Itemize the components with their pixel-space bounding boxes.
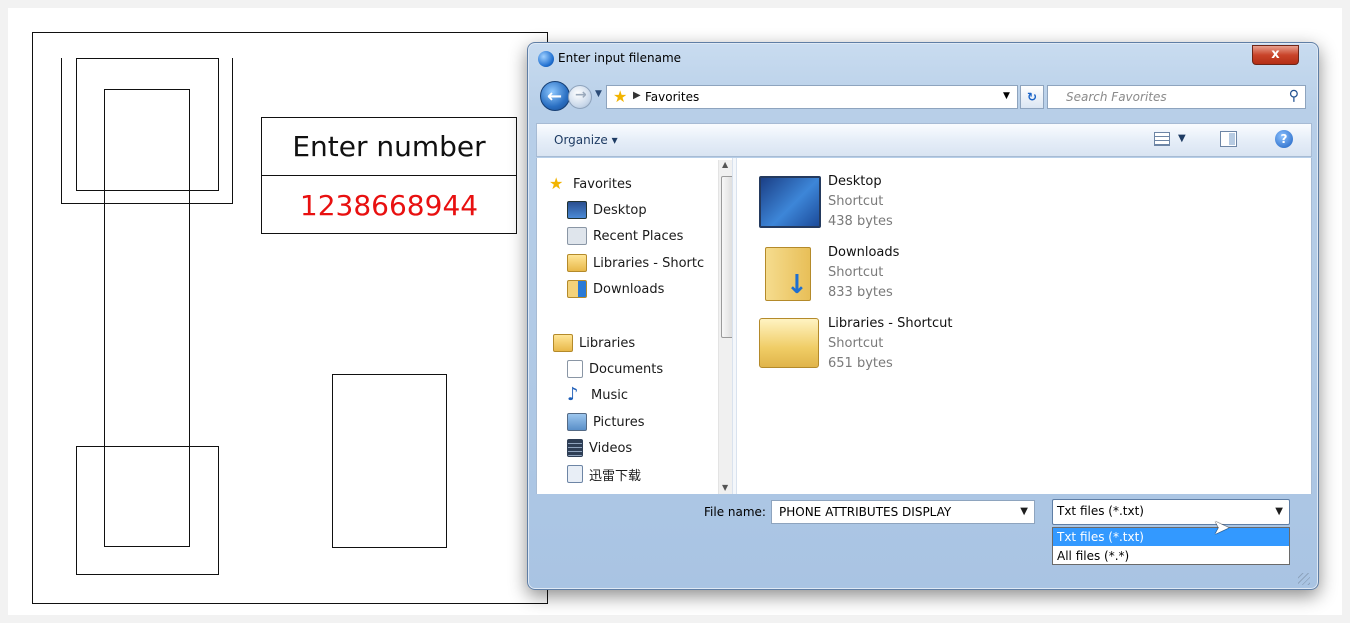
pictures-icon — [567, 413, 587, 431]
file-name-label: File name: — [704, 505, 766, 519]
nav-item-label: Recent Places — [593, 228, 684, 244]
scroll-up-icon[interactable]: ▲ — [722, 160, 728, 169]
file-type: Shortcut — [828, 194, 884, 209]
address-dropdown-icon[interactable]: ▼ — [1003, 91, 1010, 101]
preview-pane-icon[interactable] — [1220, 131, 1237, 147]
star-icon: ★ — [549, 174, 564, 193]
nav-item-label: Libraries - Shortc — [593, 255, 705, 271]
nav-item-libraries-shortcut[interactable]: Libraries - Shortc — [567, 250, 732, 276]
desktop-icon — [567, 201, 587, 219]
nav-item-favorites[interactable]: ★ Favorites — [549, 171, 727, 197]
nav-item-label: 迅雷下载 — [589, 468, 642, 484]
file-type: Shortcut — [828, 336, 884, 351]
nav-item-label: Downloads — [593, 281, 665, 297]
view-dropdown-icon[interactable]: ▼ — [1178, 133, 1186, 144]
refresh-button[interactable]: ↻ — [1020, 85, 1044, 109]
nav-item-label: Documents — [589, 361, 664, 377]
nav-item-label: Desktop — [593, 202, 647, 218]
document-icon — [567, 360, 583, 378]
nav-item-label: Videos — [589, 440, 633, 456]
nav-item-downloads[interactable]: Downloads — [567, 276, 732, 302]
file-item-libraries-shortcut[interactable]: Libraries - Shortcut Shortcut 651 bytes — [759, 316, 1079, 380]
help-icon[interactable]: ? — [1275, 130, 1293, 148]
forward-button[interactable]: → — [568, 85, 592, 109]
downloads-folder-icon: ↓ — [765, 247, 811, 301]
library-icon — [553, 334, 573, 352]
recent-places-icon — [567, 227, 587, 245]
open-file-dialog: Enter input filename x ← → ▼ ★ ▶ Favorit… — [527, 42, 1319, 590]
file-name-dropdown-icon[interactable]: ▼ — [1020, 506, 1028, 517]
file-item-downloads[interactable]: ↓ Downloads Shortcut 833 bytes — [759, 245, 1079, 309]
downloads-icon — [567, 280, 587, 298]
phone-side-rectangle — [332, 374, 447, 548]
file-size: 651 bytes — [828, 356, 893, 371]
nav-item-recent-places[interactable]: Recent Places — [567, 223, 732, 249]
number-box: Enter number 1238668944 — [261, 117, 517, 234]
file-name-input[interactable]: PHONE ATTRIBUTES DISPLAY ▼ — [771, 500, 1035, 524]
address-bar[interactable]: ★ ▶ Favorites ▼ — [606, 85, 1018, 109]
nav-item-xunlei[interactable]: 迅雷下载 — [567, 461, 732, 487]
nav-pane-scrollbar[interactable]: ▲ ▼ — [718, 160, 732, 494]
file-type-options-list: Txt files (*.txt) All files (*.*) — [1052, 527, 1290, 565]
number-box-value: 1238668944 — [299, 188, 479, 222]
mouse-cursor-icon: ➤ — [1213, 515, 1230, 539]
library-icon — [567, 254, 587, 272]
nav-item-label: Pictures — [593, 414, 645, 430]
nav-item-libraries[interactable]: Libraries — [553, 330, 731, 356]
change-view-icon[interactable] — [1154, 132, 1170, 146]
file-item-desktop[interactable]: Desktop Shortcut 438 bytes — [759, 174, 1079, 238]
nav-item-music[interactable]: ♪ Music — [567, 382, 732, 408]
file-size: 833 bytes — [828, 285, 893, 300]
resize-grip[interactable] — [1298, 573, 1310, 585]
file-name: Downloads — [828, 245, 900, 260]
file-type-selected: Txt files (*.txt) — [1057, 504, 1144, 518]
dialog-title: Enter input filename — [558, 51, 682, 65]
number-box-title: Enter number — [262, 118, 516, 176]
file-list-pane: Desktop Shortcut 438 bytes ↓ Downloads S… — [737, 158, 1312, 494]
refresh-icon: ↻ — [1026, 90, 1038, 104]
back-button[interactable]: ← — [540, 81, 570, 111]
file-type: Shortcut — [828, 265, 884, 280]
nav-item-documents[interactable]: Documents — [567, 356, 732, 382]
folder-icon — [567, 465, 583, 483]
nav-item-label: Favorites — [573, 176, 632, 192]
videos-icon — [567, 439, 583, 457]
music-icon: ♪ — [567, 384, 579, 405]
file-type-dropdown-icon[interactable]: ▼ — [1275, 506, 1283, 517]
scrollbar-thumb[interactable] — [721, 176, 732, 338]
app-icon — [538, 51, 554, 67]
phone-bottom-bracket — [76, 446, 219, 575]
breadcrumb-separator-icon[interactable]: ▶ — [633, 90, 641, 101]
file-name: Libraries - Shortcut — [828, 316, 953, 331]
file-type-option-txt[interactable]: Txt files (*.txt) — [1053, 528, 1289, 546]
forward-arrow-icon: → — [575, 87, 587, 103]
file-size: 438 bytes — [828, 214, 893, 229]
file-name-value: PHONE ATTRIBUTES DISPLAY — [779, 505, 952, 519]
address-location[interactable]: Favorites — [645, 90, 699, 104]
nav-item-videos[interactable]: Videos — [567, 435, 732, 461]
navigation-pane: ★ Favorites Desktop Recent Places Librar… — [536, 158, 732, 494]
desktop-icon — [759, 176, 821, 228]
file-type-option-all[interactable]: All files (*.*) — [1053, 547, 1289, 565]
search-icon: ⚲ — [1288, 88, 1299, 104]
nav-item-pictures[interactable]: Pictures — [567, 409, 732, 435]
search-input[interactable]: Search Favorites ⚲ — [1047, 85, 1306, 109]
nav-item-desktop[interactable]: Desktop — [567, 197, 732, 223]
file-type-select[interactable]: Txt files (*.txt) ▼ — [1052, 499, 1290, 525]
command-toolbar: Organize ▾ ▼ ? — [536, 123, 1312, 157]
star-icon: ★ — [613, 87, 628, 106]
search-placeholder: Search Favorites — [1066, 90, 1167, 104]
back-arrow-icon: ← — [547, 86, 563, 107]
scroll-down-icon[interactable]: ▼ — [722, 483, 728, 492]
file-name: Desktop — [828, 174, 882, 189]
recent-locations-dropdown-icon[interactable]: ▼ — [595, 89, 602, 99]
close-button[interactable]: x — [1252, 45, 1299, 65]
organize-button[interactable]: Organize ▾ — [554, 133, 618, 147]
library-folder-icon — [759, 318, 819, 368]
nav-item-label: Music — [591, 387, 628, 403]
nav-item-label: Libraries — [579, 335, 636, 351]
